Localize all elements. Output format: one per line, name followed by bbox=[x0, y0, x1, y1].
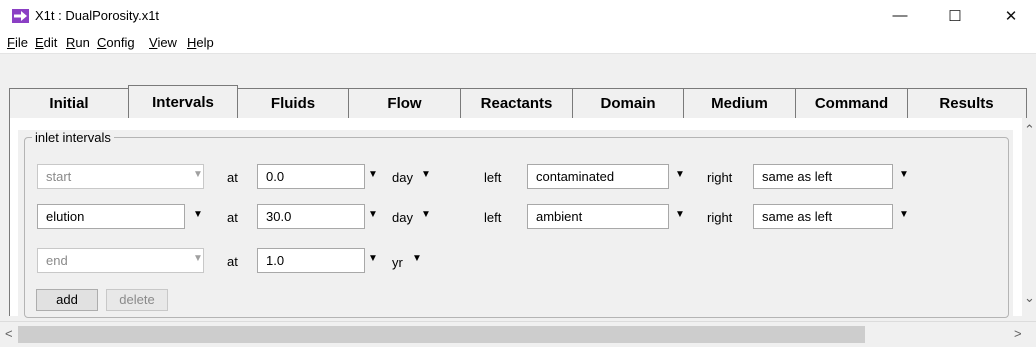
left-fluid-combo[interactable]: ambient bbox=[527, 204, 669, 229]
add-button[interactable]: add bbox=[36, 289, 98, 311]
interval-name-combo[interactable]: end bbox=[37, 248, 204, 273]
chevron-down-icon[interactable]: ▼ bbox=[368, 209, 378, 220]
menu-edit[interactable]: Edit bbox=[35, 35, 57, 50]
time-field[interactable]: 1.0 bbox=[257, 248, 365, 273]
chevron-down-icon[interactable]: ▼ bbox=[421, 169, 431, 180]
tab-initial[interactable]: Initial bbox=[10, 89, 129, 118]
group-legend: inlet intervals bbox=[32, 130, 114, 145]
chevron-down-icon[interactable]: ▼ bbox=[412, 253, 422, 264]
maximize-icon[interactable]: ☐ bbox=[932, 0, 978, 31]
menu-help[interactable]: Help bbox=[187, 35, 214, 50]
tab-command[interactable]: Command bbox=[796, 89, 908, 118]
time-unit[interactable]: day bbox=[392, 210, 413, 225]
right-label: right bbox=[707, 170, 733, 185]
tab-results[interactable]: Results bbox=[908, 89, 1025, 118]
right-fluid-combo[interactable]: same as left bbox=[753, 164, 893, 189]
scroll-left-icon[interactable]: < bbox=[5, 326, 13, 341]
title-bar: X1t : DualPorosity.x1t — ☐ ✕ bbox=[0, 0, 1036, 31]
menu-view[interactable]: View bbox=[149, 35, 177, 50]
tab-domain[interactable]: Domain bbox=[573, 89, 684, 118]
chevron-down-icon[interactable]: ▼ bbox=[193, 209, 203, 220]
tab-flow[interactable]: Flow bbox=[349, 89, 461, 118]
scroll-up-icon[interactable]: ⌃ bbox=[1024, 122, 1035, 138]
tab-reactants[interactable]: Reactants bbox=[461, 89, 573, 118]
at-label: at bbox=[227, 210, 238, 225]
left-fluid-combo[interactable]: contaminated bbox=[527, 164, 669, 189]
minimize-icon[interactable]: — bbox=[877, 0, 923, 31]
chevron-down-icon[interactable]: ▼ bbox=[421, 209, 431, 220]
chevron-down-icon[interactable]: ▼ bbox=[368, 169, 378, 180]
chevron-down-icon[interactable]: ▼ bbox=[193, 169, 203, 180]
chevron-down-icon[interactable]: ▼ bbox=[675, 169, 685, 180]
tab-intervals[interactable]: Intervals bbox=[128, 85, 238, 119]
window-title: X1t : DualPorosity.x1t bbox=[35, 8, 160, 23]
right-label: right bbox=[707, 210, 733, 225]
interval-name-combo[interactable]: start bbox=[37, 164, 204, 189]
left-label: left bbox=[484, 170, 502, 185]
delete-button[interactable]: delete bbox=[106, 289, 168, 311]
horizontal-scrollbar[interactable]: < > bbox=[0, 321, 1036, 347]
tab-fluids[interactable]: Fluids bbox=[238, 89, 349, 118]
time-field[interactable]: 0.0 bbox=[257, 164, 365, 189]
scroll-thumb[interactable] bbox=[18, 326, 865, 343]
app-arrow-icon bbox=[12, 9, 29, 23]
menu-run[interactable]: Run bbox=[66, 35, 90, 50]
close-icon[interactable]: ✕ bbox=[988, 0, 1034, 31]
left-label: left bbox=[484, 210, 502, 225]
at-label: at bbox=[227, 254, 238, 269]
scroll-right-icon[interactable]: > bbox=[1014, 326, 1022, 341]
chevron-down-icon[interactable]: ▼ bbox=[368, 253, 378, 264]
chevron-down-icon[interactable]: ▼ bbox=[193, 253, 203, 264]
tab-medium[interactable]: Medium bbox=[684, 89, 796, 118]
vertical-scrollbar[interactable]: ⌃ ⌄ bbox=[1022, 118, 1036, 316]
chevron-down-icon[interactable]: ▼ bbox=[899, 169, 909, 180]
menu-bar: File Edit Run Config View Help bbox=[0, 31, 1036, 54]
menu-file[interactable]: File bbox=[7, 35, 28, 50]
interval-name-combo[interactable]: elution bbox=[37, 204, 185, 229]
menu-config[interactable]: Config bbox=[97, 35, 135, 50]
right-fluid-combo[interactable]: same as left bbox=[753, 204, 893, 229]
scroll-down-icon[interactable]: ⌄ bbox=[1024, 290, 1035, 306]
chevron-down-icon[interactable]: ▼ bbox=[675, 209, 685, 220]
time-unit[interactable]: day bbox=[392, 170, 413, 185]
at-label: at bbox=[227, 170, 238, 185]
chevron-down-icon[interactable]: ▼ bbox=[899, 209, 909, 220]
time-field[interactable]: 30.0 bbox=[257, 204, 365, 229]
time-unit[interactable]: yr bbox=[392, 255, 403, 270]
